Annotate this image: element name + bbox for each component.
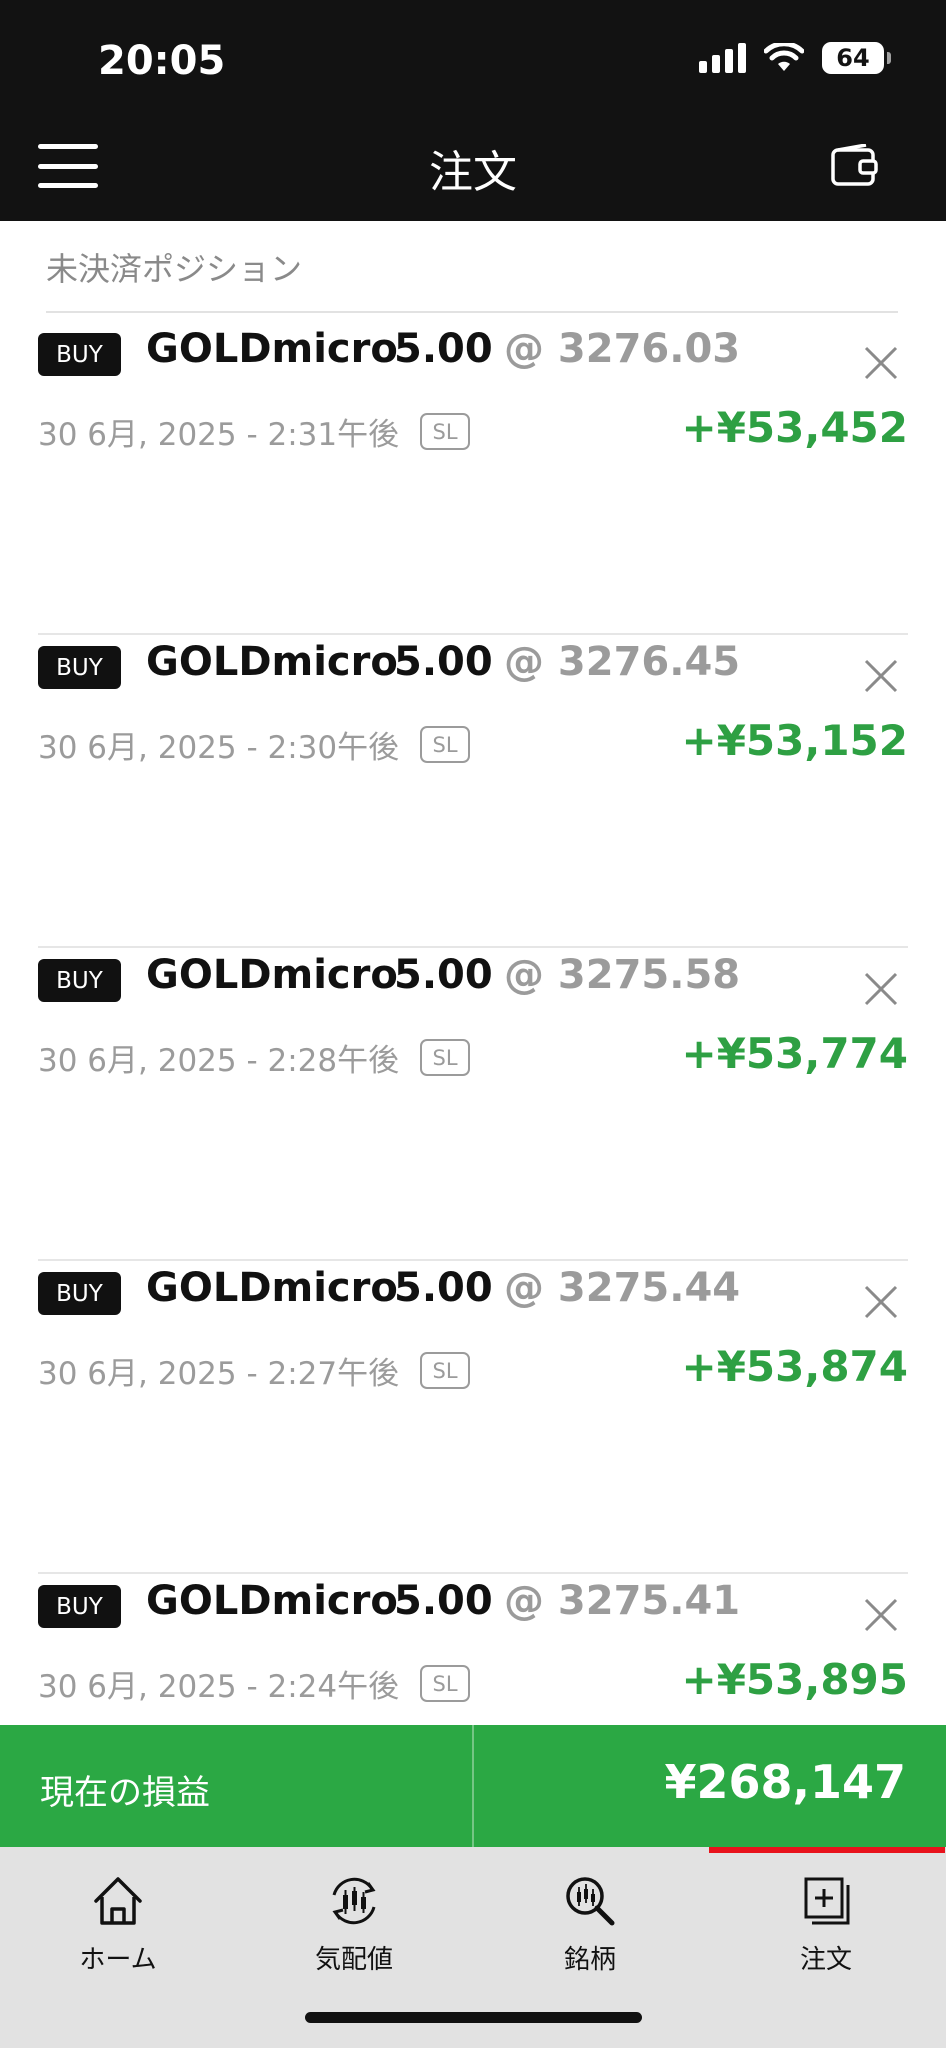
status-icons: 64: [699, 42, 891, 74]
open-price: @ 3276.03: [504, 326, 741, 372]
side-badge: BUY: [38, 1585, 121, 1628]
open-time: 30 6月, 2025 - 2:30午後: [38, 730, 400, 766]
open-price: @ 3275.58: [504, 952, 741, 998]
current-pl-value: ¥268,147: [664, 1755, 906, 1809]
open-time: 30 6月, 2025 - 2:27午後: [38, 1356, 400, 1392]
position-profit: +¥53,774: [681, 1029, 909, 1078]
status-time: 20:05: [98, 38, 226, 84]
position-profit: +¥53,895: [681, 1655, 909, 1704]
symbol-search-icon: [566, 1877, 615, 1926]
position-row[interactable]: BUY GOLDmicro 5.00 @ 3276.03 30 6月, 2025…: [38, 322, 908, 635]
sl-badge: SL: [420, 1665, 470, 1702]
wifi-icon: [764, 43, 804, 71]
open-price: @ 3275.44: [504, 1265, 741, 1311]
home-indicator[interactable]: [305, 2012, 642, 2023]
sl-badge: SL: [420, 1039, 470, 1076]
home-icon: [94, 1877, 142, 1925]
position-row[interactable]: BUY GOLDmicro 5.00 @ 3276.45 30 6月, 2025…: [38, 635, 908, 948]
wallet-icon[interactable]: [830, 144, 878, 188]
side-badge: BUY: [38, 959, 121, 1002]
close-position-icon[interactable]: [862, 344, 900, 382]
symbol-name: GOLDmicro: [146, 639, 398, 685]
order-icon: [804, 1877, 850, 1925]
tab-label: 注文: [799, 1945, 852, 1975]
active-tab-indicator: [709, 1847, 945, 1853]
battery-icon: 64: [822, 42, 891, 74]
quotes-icon: [332, 1877, 376, 1925]
symbol-name: GOLDmicro: [146, 326, 398, 372]
tab-orders[interactable]: 注文: [708, 1857, 944, 1977]
divider: [46, 311, 898, 313]
sl-badge: SL: [420, 1352, 470, 1389]
tab-label: ホーム: [79, 1945, 157, 1975]
position-profit: +¥53,874: [681, 1342, 909, 1391]
current-pl-bar: 現在の損益 ¥268,147: [0, 1725, 946, 1847]
side-badge: BUY: [38, 1272, 121, 1315]
close-position-icon[interactable]: [862, 1596, 900, 1634]
close-position-icon[interactable]: [862, 657, 900, 695]
symbol-name: GOLDmicro: [146, 952, 398, 998]
open-time: 30 6月, 2025 - 2:28午後: [38, 1043, 400, 1079]
tab-label: 気配値: [314, 1945, 393, 1975]
current-pl-label: 現在の損益: [40, 1773, 210, 1813]
side-badge: BUY: [38, 333, 121, 376]
tab-label: 銘柄: [563, 1945, 616, 1975]
position-profit: +¥53,452: [681, 403, 909, 452]
lot-size: 5.00: [394, 326, 493, 372]
lot-size: 5.00: [394, 1265, 493, 1311]
divider: [472, 1725, 474, 1847]
battery-level: 64: [836, 44, 870, 72]
lot-size: 5.00: [394, 952, 493, 998]
side-badge: BUY: [38, 646, 121, 689]
tab-home[interactable]: ホーム: [0, 1857, 236, 1977]
open-price: @ 3276.45: [504, 639, 741, 685]
open-price: @ 3275.41: [504, 1578, 741, 1624]
open-time: 30 6月, 2025 - 2:31午後: [38, 417, 400, 453]
position-row[interactable]: BUY GOLDmicro 5.00 @ 3275.58 30 6月, 2025…: [38, 948, 908, 1261]
open-time: 30 6月, 2025 - 2:24午後: [38, 1669, 400, 1705]
sl-badge: SL: [420, 413, 470, 450]
cellular-signal-icon: [699, 43, 746, 73]
sl-badge: SL: [420, 726, 470, 763]
close-position-icon[interactable]: [862, 970, 900, 1008]
lot-size: 5.00: [394, 1578, 493, 1624]
lot-size: 5.00: [394, 639, 493, 685]
tab-symbols[interactable]: 銘柄: [472, 1857, 708, 1977]
symbol-name: GOLDmicro: [146, 1578, 398, 1624]
tab-quotes[interactable]: 気配値: [236, 1857, 472, 1977]
app-header: 20:05 64 注文: [0, 0, 946, 221]
section-title-open-positions: 未決済ポジション: [46, 250, 303, 288]
position-row[interactable]: BUY GOLDmicro 5.00 @ 3275.44 30 6月, 2025…: [38, 1261, 908, 1574]
position-profit: +¥53,152: [681, 716, 909, 765]
close-position-icon[interactable]: [862, 1283, 900, 1321]
symbol-name: GOLDmicro: [146, 1265, 398, 1311]
page-title: 注文: [429, 147, 517, 198]
